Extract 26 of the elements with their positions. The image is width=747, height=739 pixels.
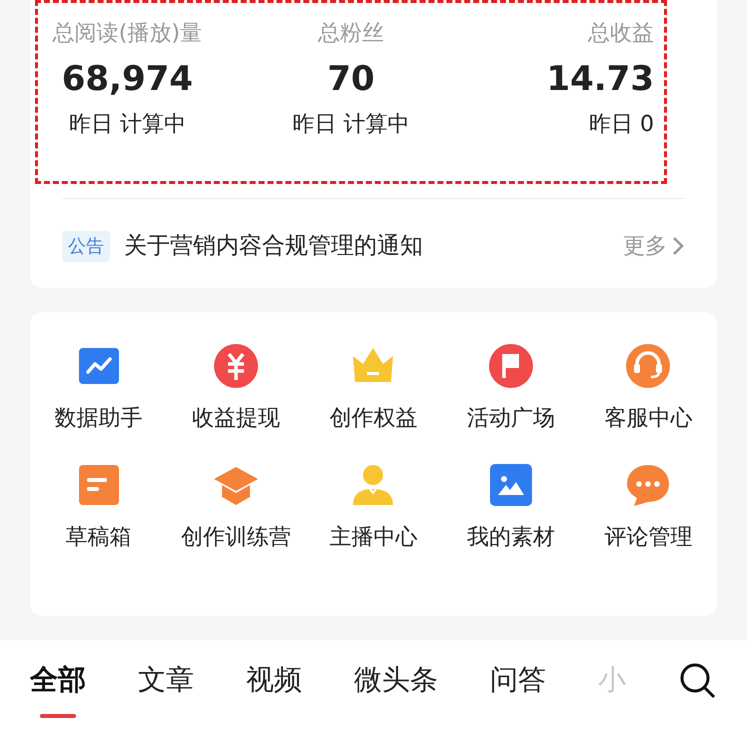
notice-title[interactable]: 关于营销内容合规管理的通知: [124, 229, 623, 264]
stat-yesterday: 昨日 0: [589, 111, 654, 139]
tool-shortcut[interactable]: 收益提现: [167, 342, 305, 435]
stat-value: 14.73: [546, 62, 654, 96]
stat-value: 68,974: [62, 62, 193, 96]
stat-yesterday: 昨日 计算中: [68, 111, 186, 139]
tool-shortcut[interactable]: 创作训练营: [167, 461, 305, 554]
tool-shortcut[interactable]: 客服中心: [580, 342, 717, 435]
stat-label: 总粉丝: [318, 20, 384, 48]
tool-shortcut[interactable]: 数据助手: [30, 342, 168, 435]
tool-shortcut[interactable]: 主播中心: [304, 461, 442, 554]
tool-shortcut[interactable]: 评论管理: [580, 461, 717, 554]
notice-tag: 公告: [62, 230, 110, 262]
category-tab[interactable]: 全部: [30, 660, 86, 700]
category-tab[interactable]: 问答: [490, 660, 546, 700]
stat-label: 总收益: [588, 20, 654, 48]
stat-label: 总阅读(播放)量: [52, 20, 202, 48]
stat-yesterday: 昨日 计算中: [292, 111, 410, 139]
category-tab[interactable]: 视频: [246, 660, 302, 700]
tool-shortcut[interactable]: 活动广场: [442, 342, 580, 435]
tool-shortcut[interactable]: 我的素材: [442, 461, 580, 554]
category-tab[interactable]: 文章: [138, 660, 194, 700]
category-tab[interactable]: 微头条: [354, 660, 438, 700]
tool-shortcut[interactable]: 草稿箱: [30, 461, 168, 554]
tool-shortcut[interactable]: 创作权益: [304, 342, 442, 435]
stat-value: 70: [327, 62, 375, 96]
